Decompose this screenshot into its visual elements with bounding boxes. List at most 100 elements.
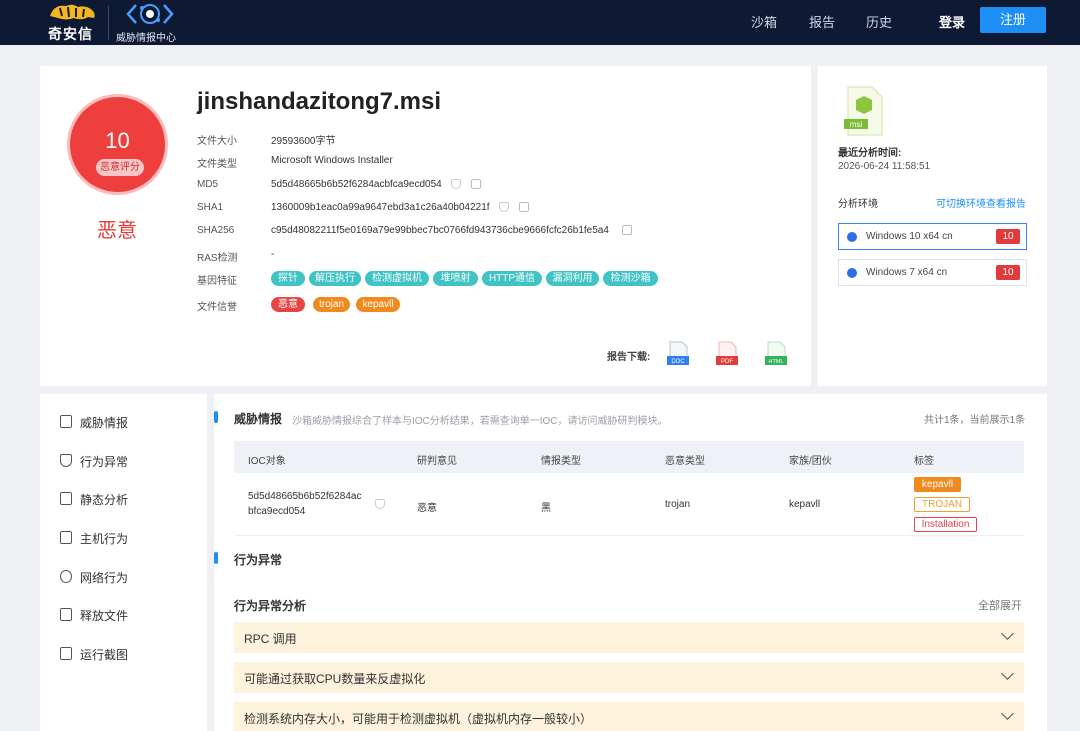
score-value: 10 [105, 128, 130, 153]
copy-icon[interactable] [622, 225, 632, 235]
analysis-env-label: 分析环境 [838, 199, 878, 210]
file-size-label: 文件大小 [197, 136, 237, 147]
copy-icon[interactable] [471, 179, 481, 189]
shield-icon [60, 454, 72, 467]
verdict-text: 恶意 [97, 220, 137, 242]
doc-download-icon[interactable]: DOC [666, 341, 690, 367]
md5-label: MD5 [197, 179, 219, 190]
md5-value: 5d5d48665b6b52f6284acbfca9ecd054 [271, 179, 442, 190]
behavior-accordion-item[interactable]: RPC 调用 [234, 622, 1024, 653]
reputation-tag: kepavll [356, 297, 400, 312]
sidebar-item-behavior[interactable]: 行为异常 [60, 452, 190, 470]
row-divider [234, 535, 1024, 536]
opinion-cell: 恶意 [417, 503, 437, 514]
ras-value: - [271, 249, 275, 260]
section-accent [214, 552, 218, 564]
env-score: 10 [996, 229, 1020, 244]
windows-icon [847, 232, 857, 242]
register-button[interactable]: 注册 [980, 7, 1046, 33]
behavior-item-text: 可能通过获取CPU数量来反虚拟化 [244, 672, 426, 686]
pdf-format: PDF [721, 359, 733, 365]
env-option-win7[interactable]: Windows 7 x64 cn 10 [838, 259, 1027, 286]
threat-intel-count: 共计1条，当前展示1条 [924, 415, 1026, 426]
expand-all-link[interactable]: 全部展开 [978, 597, 1022, 613]
file-type-label: 文件类型 [197, 159, 237, 170]
gene-tag: 解压执行 [309, 271, 361, 286]
file-size-value: 29593600字节 [271, 136, 336, 147]
behavior-item-text: RPC 调用 [244, 632, 297, 646]
doc-format: DOC [671, 359, 685, 365]
copy-icon[interactable] [519, 202, 529, 212]
report-section-nav: 威胁情报 行为异常 静态分析 主机行为 网络行为 释放文件 运行截图 [40, 394, 207, 731]
behavior-title: 行为异常 [234, 553, 283, 567]
ras-label: RAS检测 [197, 253, 238, 264]
sidebar-item-label: 静态分析 [80, 493, 129, 507]
sidebar-item-static[interactable]: 静态分析 [60, 490, 190, 508]
file-release-icon [60, 608, 72, 621]
chevron-down-icon [1001, 627, 1014, 640]
sidebar-item-screenshots[interactable]: 运行截图 [60, 645, 190, 663]
tiger-logo-icon [50, 4, 95, 20]
html-download-icon[interactable]: HTML [764, 341, 788, 367]
label-tag: TROJAN [914, 497, 970, 512]
intel-type-cell: 黑 [541, 503, 551, 514]
windows-icon [847, 268, 857, 278]
behavior-analysis-subtitle: 行为异常分析 [234, 599, 307, 613]
gene-tag: HTTP通信 [482, 271, 542, 286]
login-link[interactable]: 登录 [939, 12, 965, 31]
nav-sandbox[interactable]: 沙箱 [751, 12, 777, 31]
column-header: 标签 [914, 456, 934, 467]
analysis-environment-card: msi 最近分析时间: 2026-06-24 11:58:51 分析环境 可切换… [818, 66, 1047, 386]
sidebar-item-label: 威胁情报 [80, 416, 129, 430]
nav-history[interactable]: 历史 [866, 12, 892, 31]
sidebar-item-network[interactable]: 网络行为 [60, 568, 190, 586]
logo-divider [108, 6, 109, 40]
report-download-label: 报告下载: [607, 352, 651, 363]
report-main-panel: 威胁情报 沙箱威胁情报综合了样本与IOC分析结果，若需查询单一IOC，请访问威胁… [214, 394, 1047, 731]
file-summary-card: 10 恶意评分 恶意 jinshandazitong7.msi 文件大小 295… [40, 66, 811, 386]
msi-file-icon: msi [844, 86, 883, 136]
ioc-value-line2: bfca9ecd054 [248, 506, 306, 517]
section-accent [214, 411, 218, 423]
shield-icon[interactable] [451, 179, 461, 189]
malware-type-cell: trojan [665, 499, 691, 510]
sidebar-item-label: 运行截图 [80, 648, 129, 662]
last-analysis-label: 最近分析时间: [838, 148, 902, 159]
file-type-value: Microsoft Windows Installer [271, 155, 393, 166]
reputation-tag: 恶意 [271, 297, 305, 312]
threat-intel-title: 威胁情报 [234, 412, 283, 426]
env-name: Windows 7 x64 cn [866, 267, 948, 278]
shield-icon[interactable] [499, 202, 509, 212]
sha1-label: SHA1 [197, 202, 224, 213]
logo-text: 奇安信 [48, 26, 93, 42]
nav-report[interactable]: 报告 [809, 12, 835, 31]
behavior-item-text: 检测系统内存大小，可能用于检测虚拟机（虚拟机内存一般较小） [244, 712, 593, 726]
file-name-title: jinshandazitong7.msi [197, 88, 442, 115]
switch-env-link[interactable]: 可切换环境查看报告 [936, 195, 1026, 210]
threat-intel-desc: 沙箱威胁情报综合了样本与IOC分析结果，若需查询单一IOC，请访问威胁研判模块。 [292, 416, 668, 427]
pdf-download-icon[interactable]: PDF [715, 341, 739, 367]
column-header: 家族/团伙 [789, 456, 832, 467]
label-tag: kepavll [914, 477, 961, 492]
sidebar-item-label: 主机行为 [80, 532, 129, 546]
threat-intel-center-label: 威胁情报中心 [116, 33, 176, 44]
reputation-label: 文件信誉 [197, 302, 237, 313]
msi-ext: msi [850, 120, 863, 129]
behavior-accordion-item[interactable]: 可能通过获取CPU数量来反虚拟化 [234, 662, 1024, 693]
gene-tag: 堆喷射 [433, 271, 478, 286]
env-option-win10[interactable]: Windows 10 x64 cn 10 [838, 223, 1027, 250]
shield-icon[interactable] [375, 499, 385, 509]
behavior-accordion-item[interactable]: 检测系统内存大小，可能用于检测虚拟机（虚拟机内存一般较小） [234, 702, 1024, 731]
sidebar-item-threat-intel[interactable]: 威胁情报 [60, 413, 190, 431]
column-header: 研判意见 [417, 456, 457, 467]
ioc-value-line1: 5d5d48665b6b52f6284ac [248, 491, 362, 502]
threat-intel-center-logo[interactable]: 威胁情报中心 [116, 0, 186, 45]
sha1-value: 1360009b1eac0a99a9647ebd3a1c26a40b04221f [271, 202, 490, 213]
sidebar-item-host[interactable]: 主机行为 [60, 529, 190, 547]
column-header: IOC对象 [248, 456, 286, 467]
sha256-value: c95d48082211f5e0169a79e99bbec7bc0766fd94… [271, 225, 609, 236]
sidebar-item-dropped-files[interactable]: 释放文件 [60, 606, 190, 624]
qianxin-logo[interactable]: 奇安信 [44, 0, 100, 45]
ioc-table-header: IOC对象 研判意见 情报类型 恶意类型 家族/团伙 标签 [234, 441, 1024, 473]
family-cell: kepavll [789, 499, 821, 510]
